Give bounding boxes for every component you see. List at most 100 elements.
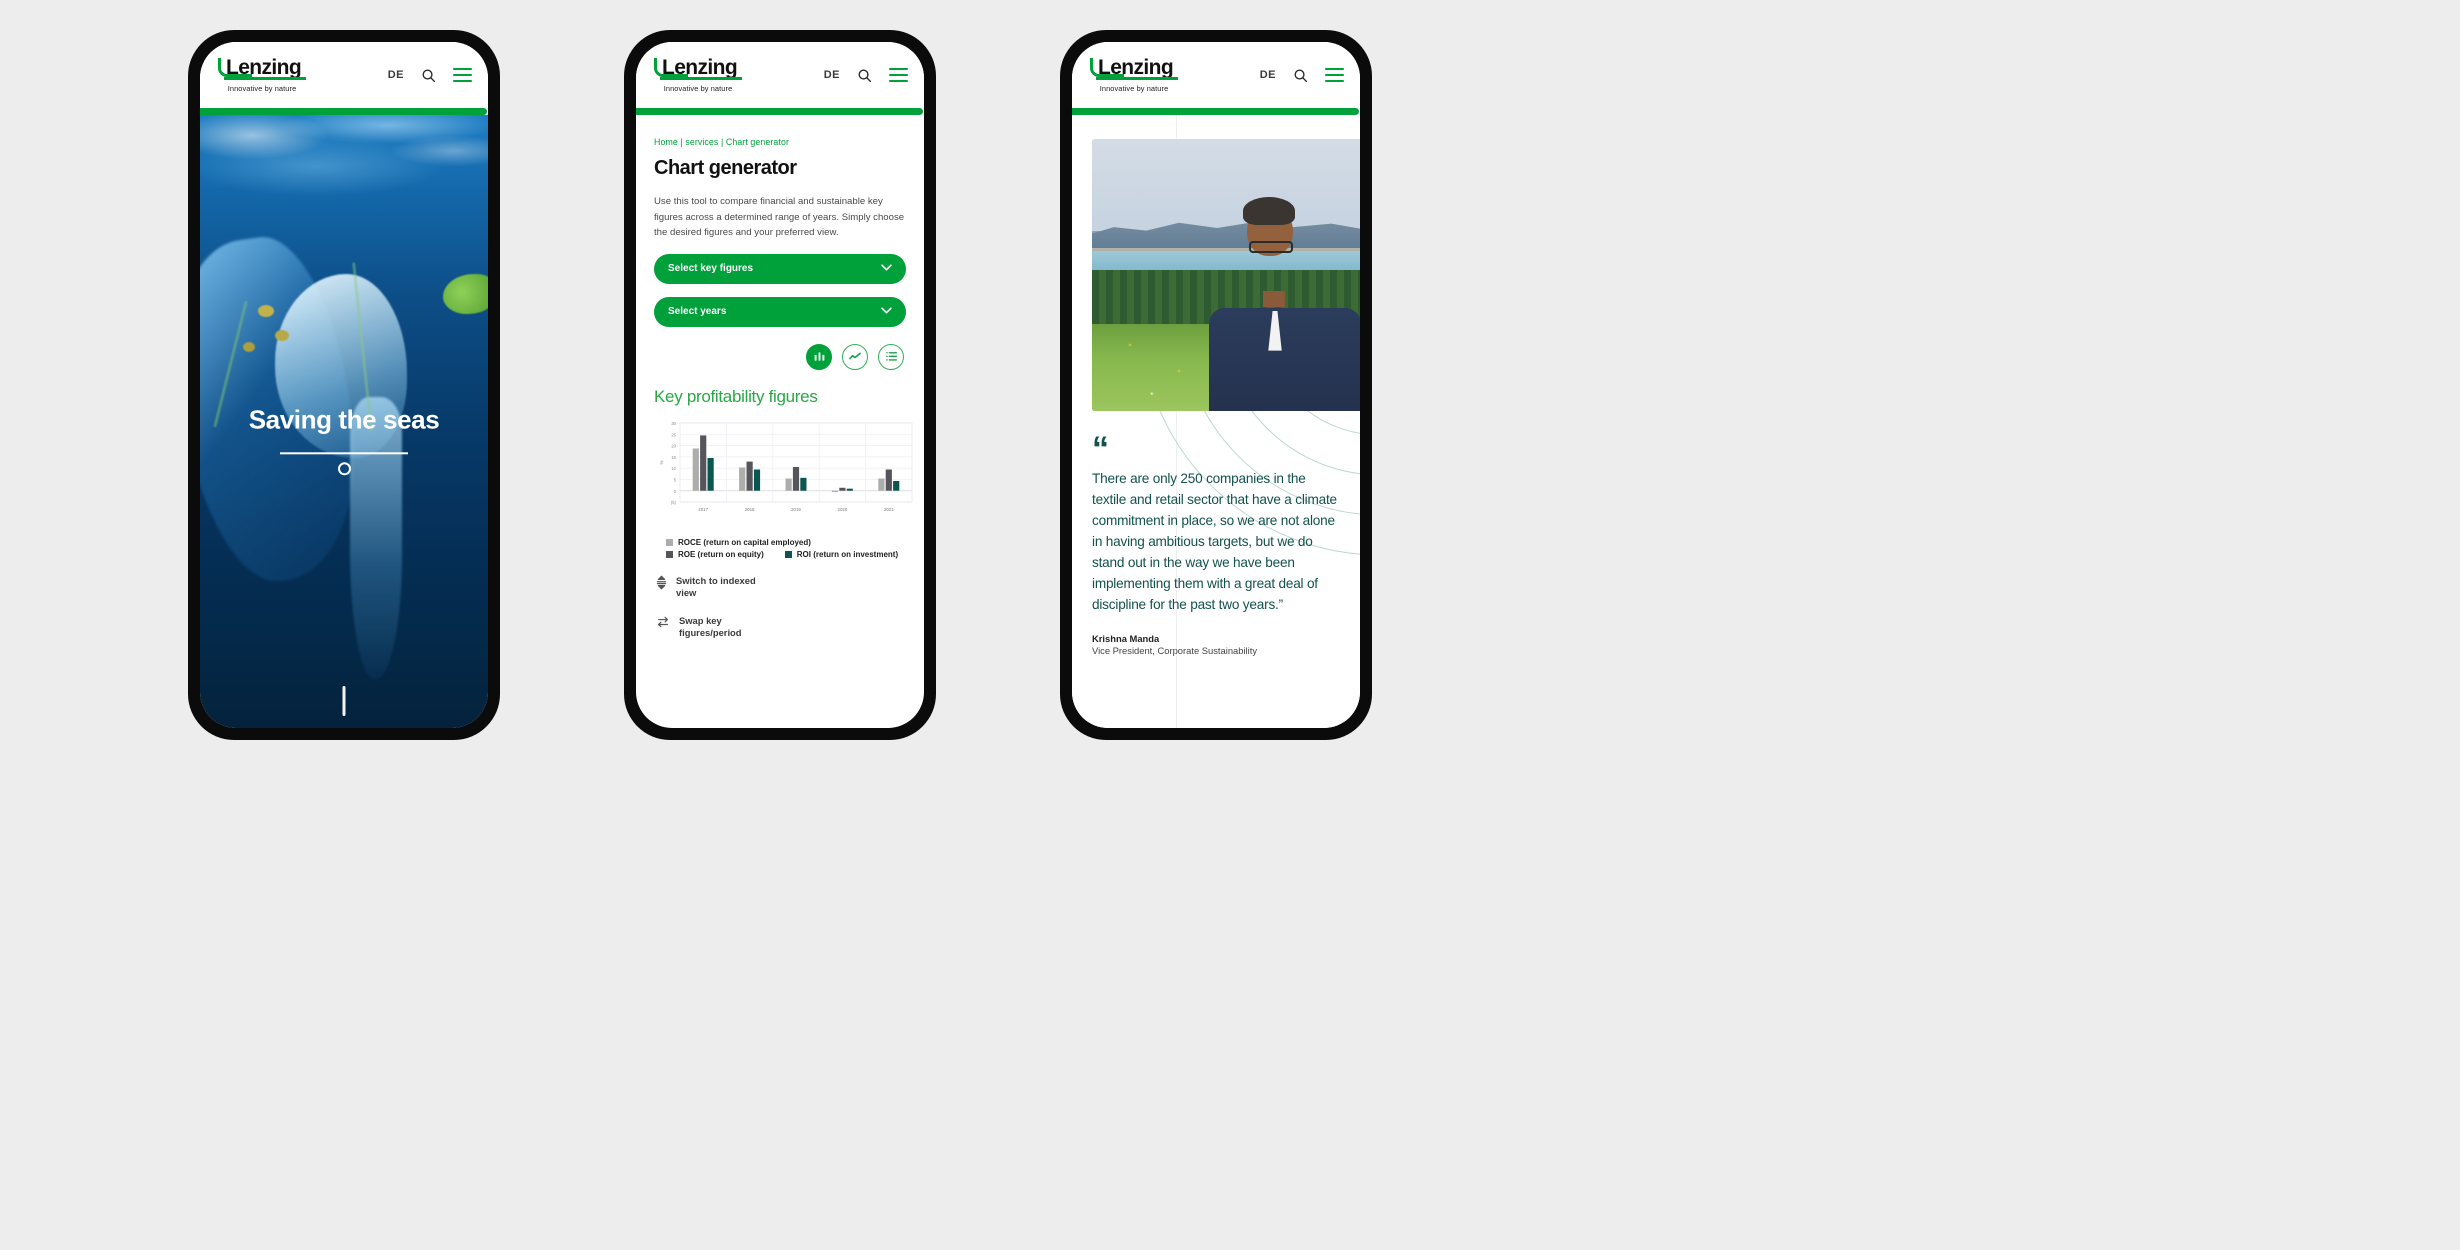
logo-hook-icon: [1090, 58, 1124, 77]
lenzing-logo[interactable]: Lenzing Innovative by nature: [218, 57, 306, 93]
quote-mark-icon: “: [1092, 430, 1109, 468]
quote-author-role: Vice President, Corporate Sustainability: [1092, 644, 1258, 656]
logo-hook-icon: [218, 58, 252, 77]
hamburger-menu-icon[interactable]: [1325, 68, 1344, 82]
green-accent-bar: [636, 108, 923, 115]
search-icon[interactable]: [857, 68, 872, 83]
quote-block: “ There are only 250 companies in the te…: [1092, 430, 1342, 656]
y-axis-tick-label: 15: [671, 455, 676, 460]
person-neck: [1263, 290, 1286, 307]
phone-mockup-center: Lenzing Innovative by nature DE Home | s…: [624, 30, 936, 740]
bar-chart: 30 25 20 15 10 5 0 (5)% 2017 2018 2019 2020 2021: [654, 419, 913, 529]
bar: [700, 435, 707, 491]
legend-label: ROI (return on investment): [796, 549, 899, 559]
green-accent-bar: [200, 108, 487, 115]
quote-text: There are only 250 companies in the text…: [1092, 471, 1337, 612]
site-header: Lenzing Innovative by nature DE: [1072, 42, 1360, 108]
x-axis-tick-label: 2017: [698, 507, 708, 512]
logo-underline: [224, 77, 306, 80]
person-glasses: [1248, 241, 1293, 254]
algae-bud: [243, 341, 256, 352]
legend-item-roi: ROI (return on investment): [784, 549, 899, 559]
bar-chart-svg: 30 25 20 15 10 5 0 (5)% 2017 2018 2019 2020 2021: [659, 421, 913, 512]
swap-horizontal-icon: [656, 615, 670, 634]
language-switch[interactable]: DE: [824, 69, 840, 81]
phone-left-screen: Lenzing Innovative by nature DE Saving t…: [200, 42, 488, 728]
logo-tagline: Innovative by nature: [227, 84, 297, 93]
lenzing-logo[interactable]: Lenzing Innovative by nature: [654, 57, 742, 93]
phone-mockup-left: Lenzing Innovative by nature DE Saving t…: [188, 30, 500, 740]
chart-generator-page: Home | services | Chart generator Chart …: [636, 115, 924, 639]
phone-mockup-right: Lenzing Innovative by nature DE “ There …: [1060, 30, 1372, 740]
language-switch[interactable]: DE: [388, 69, 404, 81]
person-suit: [1209, 308, 1360, 411]
site-header: Lenzing Innovative by nature DE: [200, 42, 488, 108]
hamburger-menu-icon[interactable]: [453, 68, 472, 82]
bar: [831, 490, 839, 492]
swap-key-figures-label: Swap key figures/period: [679, 614, 742, 638]
lenzing-logo[interactable]: Lenzing Innovative by nature: [1090, 57, 1178, 93]
search-icon[interactable]: [421, 68, 436, 83]
y-axis-title: %: [659, 460, 664, 464]
x-axis-tick-label: 2019: [791, 507, 801, 512]
hero-overlay: Saving the seas: [200, 404, 488, 476]
y-axis-tick-label: 20: [671, 443, 676, 448]
y-axis-tick-label: 5: [674, 477, 677, 482]
x-axis-tick-label: 2018: [745, 507, 755, 512]
person-hair: [1242, 196, 1295, 225]
line-chart-view-button[interactable]: [842, 343, 868, 370]
bar: [707, 457, 714, 491]
scroll-indicator[interactable]: [342, 686, 346, 716]
search-icon[interactable]: [1293, 68, 1308, 83]
logo-tagline: Innovative by nature: [663, 84, 733, 93]
legend-row: ROCE (return on capital employed): [666, 538, 906, 547]
page-title: Chart generator: [654, 157, 797, 179]
y-axis-tick-label: 25: [671, 432, 676, 437]
green-accent-bar: [1072, 108, 1359, 115]
bar: [893, 480, 900, 491]
chart-legend: ROCE (return on capital employed) ROE (r…: [654, 538, 906, 559]
hero-divider: [280, 452, 408, 455]
chart-heading: Key profitability figures: [654, 386, 818, 406]
x-axis-tick-label: 2020: [838, 507, 848, 512]
x-axis-tick-label: 2021: [884, 507, 894, 512]
y-axis-tick-label: 10: [671, 466, 676, 471]
header-actions: DE: [1260, 68, 1344, 83]
breadcrumb[interactable]: Home | services | Chart generator: [654, 137, 906, 147]
phone-center-screen: Lenzing Innovative by nature DE Home | s…: [636, 42, 924, 728]
chevron-down-icon: [881, 263, 892, 274]
logo-underline: [660, 77, 742, 80]
hero-title: Saving the seas: [248, 404, 440, 435]
site-header: Lenzing Innovative by nature DE: [636, 42, 924, 108]
legend-swatch: [784, 550, 792, 558]
screenshot-stage: Lenzing Innovative by nature DE Saving t…: [0, 0, 2460, 1250]
select-key-figures-dropdown[interactable]: Select key figures: [654, 253, 906, 284]
bar: [785, 478, 792, 491]
legend-item-roce: ROCE (return on capital employed): [666, 538, 811, 547]
bar: [739, 467, 746, 491]
hamburger-menu-icon[interactable]: [889, 68, 908, 82]
chevron-down-icon: [881, 306, 892, 317]
bar: [885, 469, 892, 491]
bar: [839, 487, 846, 491]
swap-key-figures-control[interactable]: Swap key figures/period: [654, 615, 906, 639]
legend-item-roe: ROE (return on equity): [666, 550, 764, 559]
select-years-dropdown[interactable]: Select years: [654, 296, 906, 327]
bar: [846, 488, 853, 491]
legend-swatch: [666, 538, 673, 546]
photo-person: [1206, 188, 1360, 411]
scroll-down-circle-icon[interactable]: [337, 462, 351, 476]
switch-indexed-view-control[interactable]: Switch to indexed view: [654, 575, 906, 599]
header-actions: DE: [824, 68, 908, 83]
phone-right-screen: Lenzing Innovative by nature DE “ There …: [1072, 42, 1360, 728]
sort-vertical-icon: [656, 575, 667, 595]
table-view-button[interactable]: [878, 343, 904, 370]
view-toggle-group: [654, 343, 906, 370]
logo-hook-icon: [654, 58, 688, 77]
language-switch[interactable]: DE: [1260, 69, 1276, 81]
logo-tagline: Innovative by nature: [1099, 84, 1169, 93]
page-intro-text: Use this tool to compare financial and s…: [654, 196, 905, 239]
bar-chart-view-button[interactable]: [806, 343, 832, 370]
y-axis-tick-label: 0: [674, 488, 677, 493]
bar: [753, 469, 761, 491]
